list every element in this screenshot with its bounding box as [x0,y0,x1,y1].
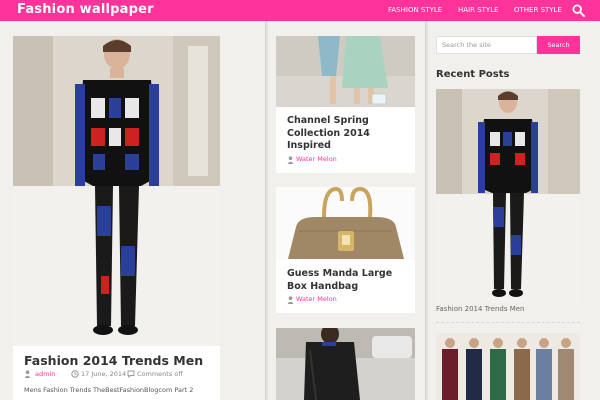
post-card-channel: Channel Spring Collection 2014 Inspired … [276,107,415,173]
recent-post-image[interactable] [436,89,580,303]
featured-post-image[interactable] [13,36,220,346]
user-icon [24,370,31,378]
post-image-channel[interactable] [276,36,415,107]
recent-post-divider [436,322,580,323]
post-image-handbag[interactable] [276,187,415,260]
nav-item-fashion-style[interactable]: FASHION STYLE [388,6,442,16]
featured-post-title[interactable]: Fashion 2014 Trends Men [24,353,203,368]
recent-posts-heading: Recent Posts [436,69,510,80]
post-author-handbag[interactable]: Water Melon [296,295,337,303]
sidebar-search-button[interactable]: Search [537,36,580,54]
nav-item-hair-style[interactable]: HAIR STYLE [458,6,499,16]
post-title-handbag[interactable]: Guess Manda Large Box Handbag [287,268,407,293]
nav-item-other-style[interactable]: OTHER STYLE [514,6,562,16]
featured-post-card: Fashion 2014 Trends Men admin 17 June, 2… [13,346,220,400]
featured-post-excerpt: Mens Fashion Trends TheBestFashionBlogco… [24,386,194,394]
featured-post-date: 17 June, 2014 [81,370,127,378]
recent-post-image-2[interactable] [436,333,580,400]
clock-icon [71,370,79,378]
column-divider [425,21,428,400]
post-image-third[interactable] [276,328,415,400]
top-navigation-bar: Fashion wallpaper FASHION STYLE HAIR STY… [0,0,600,21]
post-card-handbag: Guess Manda Large Box Handbag Water Melo… [276,260,415,313]
search-icon[interactable] [572,4,585,17]
recent-post-title[interactable]: Fashion 2014 Trends Men [436,305,525,313]
post-author-channel[interactable]: Water Melon [296,155,337,163]
featured-post-author[interactable]: admin [35,370,55,378]
user-icon [287,296,294,304]
user-icon [287,156,294,164]
post-title-channel[interactable]: Channel Spring Collection 2014 Inspired [287,115,407,153]
site-title[interactable]: Fashion wallpaper [17,2,154,17]
sidebar-search-input[interactable] [436,36,537,54]
comment-icon [127,370,135,378]
column-divider [265,21,268,400]
featured-post-comments: Comments off [137,370,183,378]
